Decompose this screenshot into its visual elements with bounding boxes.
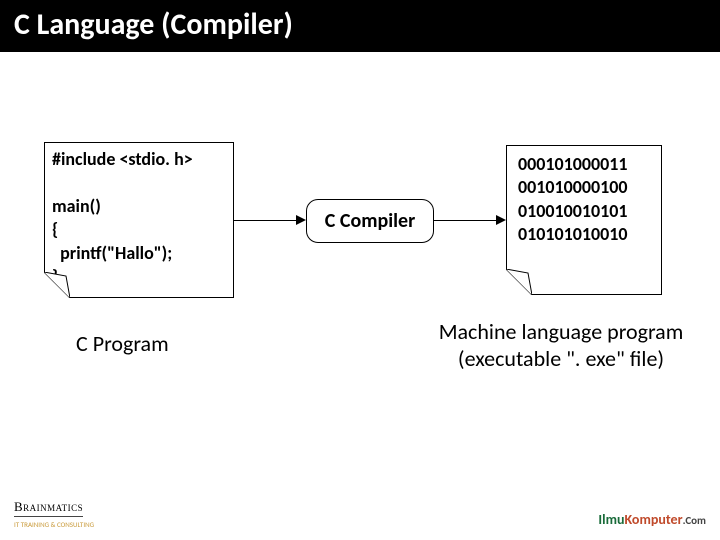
brainmatics-logo: Brainmatics IT TRAINING & CONSULTING: [14, 499, 94, 530]
slide-title: C Language (Compiler): [14, 6, 293, 43]
page-fold-icon: [44, 272, 70, 298]
compiler-box: C Compiler: [306, 199, 434, 243]
c-program-label: C Program: [76, 330, 169, 357]
binary-note: 000101000011 001010000100 010010010101 0…: [506, 145, 662, 295]
ilmukomputer-logo: IlmuKomputer.Com: [598, 511, 706, 528]
compiler-label: C Compiler: [325, 209, 415, 233]
page-fold-icon: [506, 269, 532, 295]
slide: C Language (Compiler) #include <stdio. h…: [0, 0, 720, 540]
c-program-note: #include <stdio. h> main() { printf("Hal…: [44, 142, 234, 298]
binary-code: 000101000011 001010000100 010010010101 0…: [518, 153, 627, 247]
machine-language-label: Machine language program (executable ". …: [418, 318, 704, 372]
c-code: #include <stdio. h> main() { printf("Hal…: [52, 148, 193, 288]
